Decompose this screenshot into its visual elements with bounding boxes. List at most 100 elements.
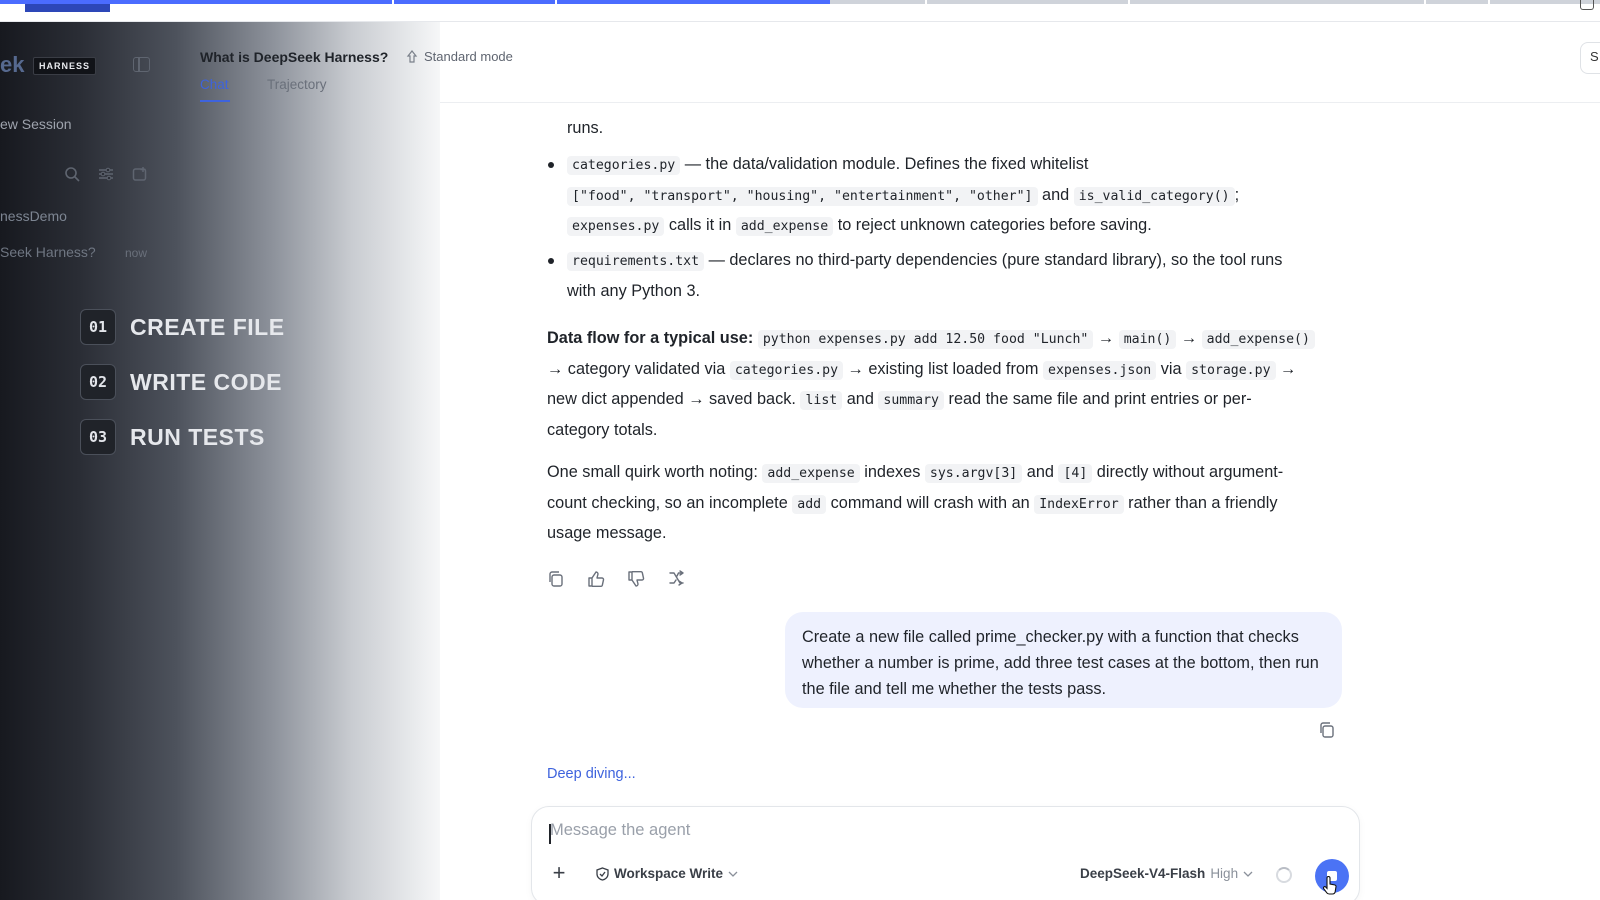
window-corner-icon: [1580, 0, 1594, 10]
bullet-categories: categories.py — the data/validation modu…: [567, 150, 1337, 242]
inline-code: summary: [878, 391, 944, 410]
data-flow-label: Data flow for a typical use:: [547, 329, 754, 347]
runs-tail-text: runs.: [567, 119, 604, 137]
body-text: command will crash with an: [826, 493, 1035, 512]
search-icon[interactable]: [64, 166, 80, 182]
sidebar-session-item[interactable]: Seek Harness?: [0, 244, 96, 260]
inline-code: [4]: [1058, 464, 1093, 483]
sidebar: ek HARNESS ew Session nessDemo Seek Harn…: [0, 22, 440, 900]
body-text: read the same file and print entries or …: [944, 390, 1252, 408]
copy-icon[interactable]: [547, 570, 565, 588]
body-text: rather than a friendly: [1123, 493, 1278, 512]
step-number: 02: [80, 364, 116, 400]
body-text: One small quirk worth noting:: [547, 463, 763, 481]
inline-code: categories.py: [729, 360, 844, 380]
sidebar-toolbar: [64, 166, 148, 182]
body-text: to reject unknown categories before savi…: [833, 216, 1152, 234]
inline-code: ["food", "transport", "housing", "entert…: [567, 186, 1038, 206]
user-message-bubble: Create a new file called prime_checker.p…: [785, 612, 1342, 708]
body-text: category totals.: [547, 420, 658, 439]
body-text: with any Python 3.: [567, 281, 701, 300]
body-text: →: [1176, 329, 1202, 347]
step-label: RUN TESTS: [130, 423, 265, 450]
inline-code: python expenses.py add 12.50 food "Lunch…: [757, 330, 1094, 349]
inline-code: IndexError: [1034, 494, 1124, 514]
body-text: and: [842, 390, 879, 408]
reasoning-effort: High: [1210, 866, 1239, 881]
inline-code: main(): [1118, 330, 1177, 349]
new-session-button[interactable]: ew Session: [0, 116, 72, 132]
body-text: → category validated via: [547, 359, 730, 378]
model-selector-dropdown[interactable]: DeepSeek-V4-Flash High: [1080, 866, 1253, 881]
right-panel-button[interactable]: S: [1580, 42, 1600, 74]
inline-code: list: [800, 391, 843, 410]
mode-indicator[interactable]: Standard mode: [406, 49, 513, 64]
new-folder-icon[interactable]: [132, 166, 148, 182]
top-progress-strip: [0, 0, 1600, 22]
step-number: 03: [80, 419, 116, 455]
sidebar-project-item[interactable]: nessDemo: [0, 208, 67, 224]
body-text: calls it in: [664, 216, 736, 234]
body-text: →: [1093, 329, 1119, 347]
agent-status-text: Deep diving...: [547, 766, 636, 782]
filter-icon[interactable]: [98, 166, 114, 182]
chevron-down-icon: [1243, 871, 1253, 877]
body-text: usage message.: [547, 524, 667, 542]
inline-code: add_expense: [762, 464, 860, 483]
step-run-tests: 03 RUN TESTS: [80, 419, 265, 455]
progress-remaining: [830, 0, 1600, 4]
thumbs-down-icon[interactable]: [627, 570, 645, 588]
chat-header: What is DeepSeek Harness? Standard mode …: [200, 22, 1600, 103]
inline-code: expenses.json: [1043, 360, 1157, 380]
mode-icon: [406, 50, 418, 63]
thumbs-up-icon[interactable]: [587, 570, 605, 588]
body-text: — declares no third-party dependencies (…: [704, 251, 1283, 269]
step-label: CREATE FILE: [130, 313, 285, 340]
loading-spinner-icon: [1276, 867, 1292, 883]
model-name: DeepSeek-V4-Flash: [1080, 866, 1206, 881]
copy-icon[interactable]: [1318, 721, 1336, 739]
tab-chat[interactable]: Chat: [200, 77, 229, 92]
chevron-down-icon: [728, 871, 738, 877]
data-flow-paragraph: Data flow for a typical use: python expe…: [547, 324, 1337, 445]
progress-fill: [0, 0, 830, 4]
body-text: → existing list loaded from: [843, 359, 1044, 378]
workspace-permission-dropdown[interactable]: Workspace Write: [596, 866, 738, 881]
body-text: ;: [1234, 185, 1240, 204]
body-text: and: [1022, 463, 1059, 481]
branch-icon[interactable]: [667, 570, 685, 588]
inline-code: add: [792, 494, 827, 514]
step-number: 01: [80, 309, 116, 345]
page-title: What is DeepSeek Harness?: [200, 49, 389, 65]
message-composer: + Workspace Write DeepSeek-V4-Flash High: [531, 806, 1360, 900]
inline-code: requirements.txt: [567, 252, 705, 271]
add-attachment-button[interactable]: +: [548, 862, 570, 885]
header-divider: [440, 102, 1600, 103]
app-logo-text: ek: [0, 52, 25, 77]
inline-code: add_expense(): [1201, 330, 1315, 349]
app-logo-badge: HARNESS: [33, 57, 97, 75]
mouse-pointer-icon: [1323, 876, 1337, 895]
body-text: via: [1156, 359, 1187, 378]
body-text: and: [1037, 185, 1074, 204]
body-text: →: [1275, 359, 1297, 378]
bullet-dot: [548, 258, 554, 264]
step-write-code: 02 WRITE CODE: [80, 364, 282, 400]
body-text: — the data/validation module. Defines th…: [680, 155, 1089, 173]
body-text: new dict appended → saved back.: [547, 390, 801, 408]
session-timestamp: now: [125, 246, 148, 260]
message-input[interactable]: [550, 821, 1250, 840]
inline-code: add_expense: [735, 217, 834, 236]
tab-trajectory[interactable]: Trajectory: [267, 77, 327, 92]
body-text: count checking, so an incomplete: [547, 493, 793, 512]
sidebar-toggle-icon[interactable]: [133, 57, 150, 72]
step-label: WRITE CODE: [130, 368, 282, 395]
message-actions: [547, 570, 685, 588]
body-text: directly without argument-: [1092, 463, 1284, 481]
inline-code: categories.py: [567, 156, 681, 175]
inline-code: is_valid_category(): [1073, 186, 1235, 206]
inline-code: sys.argv[3]: [924, 464, 1023, 483]
inline-code: expenses.py: [567, 217, 665, 236]
body-text: indexes: [859, 463, 925, 481]
step-create-file: 01 CREATE FILE: [80, 309, 285, 345]
